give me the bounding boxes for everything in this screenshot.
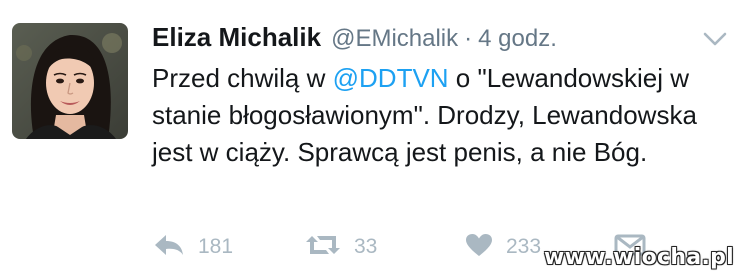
author-name[interactable]: Eliza Michalik [152, 22, 321, 53]
watermark: www.wiocha.pl [544, 245, 734, 270]
tweet-text: Przed chwilą w @DDTVN o "Lewandowskiej w… [152, 60, 722, 171]
avatar[interactable] [12, 23, 128, 139]
author-handle[interactable]: @EMichalik [331, 25, 458, 53]
reply-button[interactable]: 181 [152, 232, 233, 262]
retweet-icon [304, 232, 342, 263]
reply-icon [152, 232, 186, 263]
tweet-header: Eliza Michalik @EMichalik · 4 godz. [152, 22, 557, 58]
retweet-count: 33 [354, 235, 378, 258]
mention-link[interactable]: @DDTVN [333, 63, 449, 93]
like-button[interactable]: 233 [464, 232, 541, 262]
tweet: Eliza Michalik @EMichalik · 4 godz. Prze… [0, 0, 750, 280]
retweet-button[interactable]: 33 [304, 232, 377, 262]
heart-icon [464, 232, 494, 263]
tweet-text-before: Przed chwilą w [152, 63, 333, 93]
chevron-down-icon[interactable] [702, 30, 728, 48]
header-separator: · [464, 25, 473, 52]
like-count: 233 [506, 235, 542, 258]
tweet-timestamp[interactable]: 4 godz. [478, 25, 557, 53]
avatar-image [12, 23, 128, 139]
reply-count: 181 [198, 235, 234, 258]
